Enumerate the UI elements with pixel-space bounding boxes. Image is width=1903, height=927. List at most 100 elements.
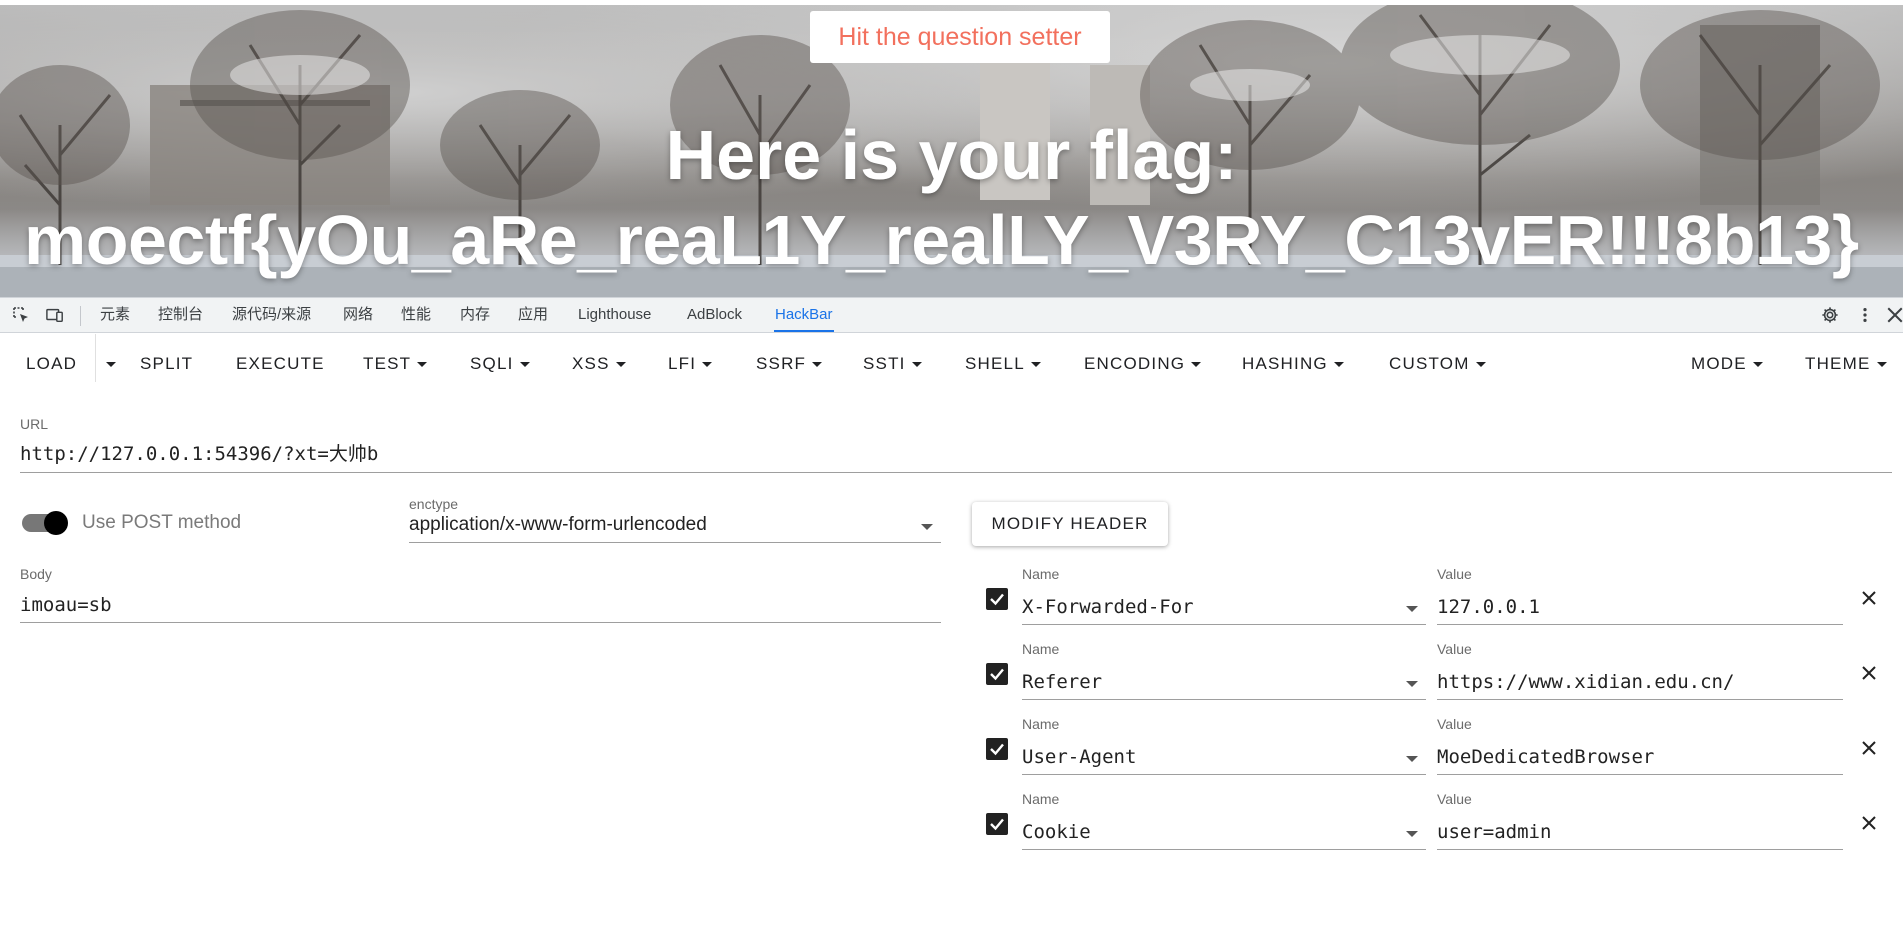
remove-header-icon[interactable]	[1859, 588, 1879, 608]
sqli-menu-label: SQLI	[470, 354, 514, 373]
enctype-select[interactable]: application/x-www-form-urlencoded	[409, 512, 941, 543]
tab-elements[interactable]: 元素	[100, 298, 130, 332]
header-value-input[interactable]: https://www.xidian.edu.cn/	[1437, 657, 1843, 700]
remove-header-icon[interactable]	[1859, 738, 1879, 758]
url-value: http://127.0.0.1:54396/?xt=大帅b	[20, 443, 379, 465]
chevron-down-icon	[1333, 362, 1344, 368]
tab-performance[interactable]: 性能	[401, 298, 431, 332]
chevron-down-icon	[519, 362, 530, 368]
chevron-down-icon	[921, 524, 933, 530]
xss-menu[interactable]: XSS	[572, 334, 626, 394]
post-method-toggle[interactable]	[22, 511, 70, 535]
theme-menu-label: THEME	[1805, 354, 1871, 373]
header-name-label: Name	[1022, 716, 1060, 732]
header-value-label: Value	[1437, 641, 1472, 657]
header-value-label: Value	[1437, 791, 1472, 807]
checkmark-icon	[990, 668, 1004, 681]
tab-adblock[interactable]: AdBlock	[687, 298, 742, 332]
chevron-down-icon	[615, 362, 626, 368]
load-button[interactable]: LOAD	[26, 334, 77, 394]
toolbar-divider	[95, 334, 96, 382]
hit-question-setter-button[interactable]: Hit the question setter	[810, 11, 1110, 63]
checkmark-icon	[990, 818, 1004, 831]
header-name-select[interactable]: X-Forwarded-For	[1022, 582, 1426, 625]
lfi-menu[interactable]: LFI	[668, 334, 713, 394]
header-value-text: https://www.xidian.edu.cn/	[1437, 671, 1735, 693]
header-name-value: Cookie	[1022, 821, 1091, 843]
chevron-down-icon	[1475, 362, 1486, 368]
header-enable-checkbox[interactable]	[986, 663, 1008, 685]
encoding-menu-label: ENCODING	[1084, 354, 1186, 373]
ssrf-menu-label: SSRF	[756, 354, 807, 373]
close-devtools-icon[interactable]	[1886, 306, 1903, 324]
post-method-label: Use POST method	[82, 512, 242, 533]
mode-menu[interactable]: MODE	[1691, 334, 1763, 394]
ssrf-menu[interactable]: SSRF	[756, 334, 823, 394]
chevron-down-icon	[1406, 831, 1418, 837]
shell-menu-label: SHELL	[965, 354, 1025, 373]
header-value-label: Value	[1437, 716, 1472, 732]
more-options-icon[interactable]	[1856, 306, 1874, 324]
shell-menu[interactable]: SHELL	[965, 334, 1041, 394]
hackbar-toolbar: LOAD SPLIT EXECUTE TEST SQLI XSS LFI SSR…	[0, 334, 1903, 394]
tab-application[interactable]: 应用	[518, 298, 548, 332]
custom-menu[interactable]: CUSTOM	[1389, 334, 1486, 394]
flag-heading: Here is your flag:	[665, 116, 1238, 194]
header-name-select[interactable]: Cookie	[1022, 807, 1426, 850]
header-row: Name X-Forwarded-For Value 127.0.0.1	[0, 562, 1903, 625]
tab-network[interactable]: 网络	[343, 298, 373, 332]
header-value-text: 127.0.0.1	[1437, 596, 1540, 618]
encoding-menu[interactable]: ENCODING	[1084, 334, 1202, 394]
header-value-input[interactable]: user=admin	[1437, 807, 1843, 850]
remove-header-icon[interactable]	[1859, 813, 1879, 833]
inspect-element-icon[interactable]	[12, 306, 30, 324]
url-input[interactable]: http://127.0.0.1:54396/?xt=大帅b	[20, 434, 1892, 473]
device-toolbar-icon[interactable]	[46, 306, 64, 324]
modify-header-button[interactable]: MODIFY HEADER	[972, 502, 1168, 546]
header-value-input[interactable]: MoeDedicatedBrowser	[1437, 732, 1843, 775]
header-value-label: Value	[1437, 566, 1472, 582]
execute-button[interactable]: EXECUTE	[236, 334, 325, 394]
header-name-value: Referer	[1022, 671, 1103, 693]
chevron-down-icon	[911, 362, 922, 368]
hashing-menu[interactable]: HASHING	[1242, 334, 1344, 394]
test-menu[interactable]: TEST	[363, 334, 428, 394]
header-enable-checkbox[interactable]	[986, 738, 1008, 760]
ssti-menu[interactable]: SSTI	[863, 334, 922, 394]
test-menu-label: TEST	[363, 354, 412, 373]
chevron-down-icon	[1191, 362, 1202, 368]
header-name-value: User-Agent	[1022, 746, 1137, 768]
tab-hackbar[interactable]: HackBar	[774, 298, 834, 332]
header-enable-checkbox[interactable]	[986, 813, 1008, 835]
lfi-menu-label: LFI	[668, 354, 697, 373]
tab-console[interactable]: 控制台	[158, 298, 203, 332]
chevron-down-icon	[1876, 362, 1887, 368]
url-label: URL	[20, 416, 49, 432]
settings-gear-icon[interactable]	[1821, 306, 1839, 324]
remove-header-icon[interactable]	[1859, 663, 1879, 683]
chevron-down-icon	[1406, 756, 1418, 762]
enctype-value: application/x-www-form-urlencoded	[409, 514, 707, 535]
checkmark-icon	[990, 593, 1004, 606]
sqli-menu[interactable]: SQLI	[470, 334, 530, 394]
tab-lighthouse[interactable]: Lighthouse	[578, 298, 651, 332]
header-enable-checkbox[interactable]	[986, 588, 1008, 610]
header-value-input[interactable]: 127.0.0.1	[1437, 582, 1843, 625]
split-button[interactable]: SPLIT	[140, 334, 193, 394]
checkmark-icon	[990, 743, 1004, 756]
header-name-select[interactable]: User-Agent	[1022, 732, 1426, 775]
header-name-label: Name	[1022, 641, 1060, 657]
header-name-select[interactable]: Referer	[1022, 657, 1426, 700]
theme-menu[interactable]: THEME	[1805, 334, 1887, 394]
mode-menu-label: MODE	[1691, 354, 1747, 373]
tab-sources[interactable]: 源代码/来源	[232, 298, 311, 332]
chevron-down-icon	[1030, 362, 1041, 368]
chevron-down-icon	[417, 362, 428, 368]
enctype-label: enctype	[409, 496, 459, 512]
load-options-dropdown[interactable]	[100, 334, 116, 394]
chevron-down-icon	[1406, 606, 1418, 612]
chevron-down-icon	[1406, 681, 1418, 687]
tab-memory[interactable]: 内存	[460, 298, 490, 332]
xss-menu-label: XSS	[572, 354, 610, 373]
devtools-tab-bar: 元素 控制台 源代码/来源 网络 性能 内存 应用 Lighthouse AdB…	[0, 297, 1903, 333]
